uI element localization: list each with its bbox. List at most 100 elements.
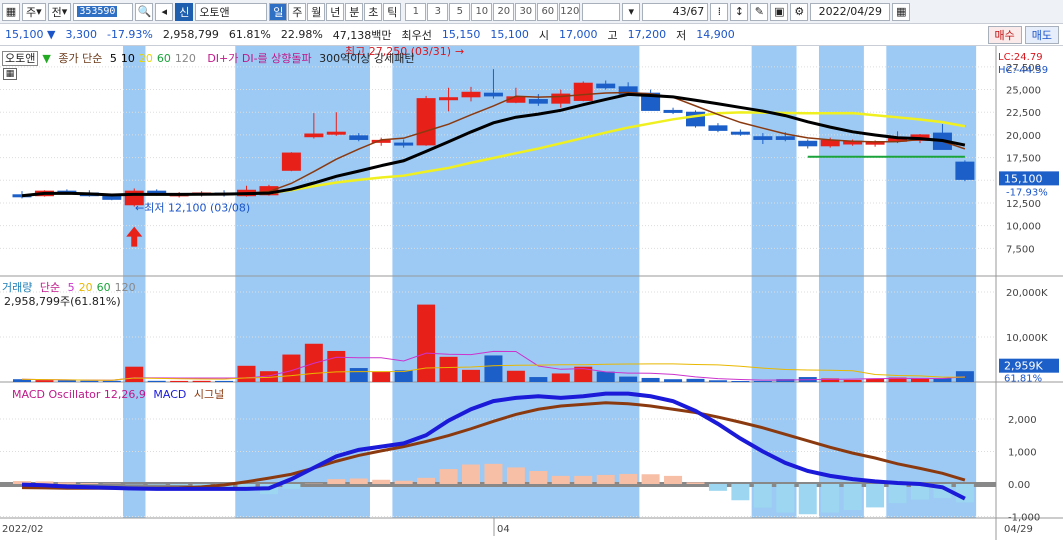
chevron-down-icon[interactable]: ▾ bbox=[622, 2, 641, 21]
candle-body-35 bbox=[798, 140, 818, 147]
interval-tab-30[interactable]: 30 bbox=[515, 2, 537, 21]
pattern-label: 300억이상 강세패턴 bbox=[319, 52, 415, 65]
period-tab-4[interactable]: 분 bbox=[345, 2, 364, 21]
chart-type-select[interactable]: 주 ▾ bbox=[22, 2, 46, 21]
interval-input[interactable] bbox=[582, 2, 621, 21]
candle-body-19 bbox=[439, 97, 459, 101]
save-icon[interactable]: ▣ bbox=[770, 2, 789, 21]
vol-last-tag: 2,959K bbox=[1004, 360, 1043, 373]
interval-tab-120[interactable]: 120 bbox=[559, 2, 581, 21]
price-tick-1: 25,000 bbox=[1006, 86, 1041, 97]
interval-tab-3[interactable]: 3 bbox=[427, 2, 449, 21]
price-tick-6: 12,500 bbox=[1006, 199, 1041, 210]
candle-body-33 bbox=[753, 136, 773, 140]
volume-bar-22 bbox=[506, 370, 525, 382]
high-price: 17,200 bbox=[627, 28, 667, 41]
scope-label: 전 bbox=[51, 5, 62, 19]
vol-tick-1: 10,000K bbox=[1006, 333, 1048, 344]
price-tick-3: 20,000 bbox=[1006, 131, 1041, 142]
price-tick-8: 7,500 bbox=[1006, 244, 1035, 255]
period-tab-2[interactable]: 월 bbox=[307, 2, 326, 21]
scroll-lock-icon[interactable]: ⁞ bbox=[710, 2, 729, 21]
x-label-1: 04 bbox=[497, 524, 510, 535]
period-tab-6[interactable]: 틱 bbox=[383, 2, 402, 21]
ma-legend-label: 종가 단순 bbox=[58, 52, 103, 65]
volume-bar-33 bbox=[753, 381, 772, 382]
buy-button[interactable]: 매수 bbox=[987, 25, 1022, 44]
date-field[interactable]: 2022/04/29 bbox=[810, 2, 891, 21]
candle-counter[interactable]: 43/67 bbox=[642, 2, 709, 21]
price-change: 3,300 bbox=[65, 28, 97, 41]
price-value: 15,100 bbox=[5, 28, 44, 41]
candle-body-26 bbox=[596, 83, 616, 89]
candle-body-42 bbox=[955, 161, 975, 180]
candle-body-29 bbox=[663, 109, 683, 113]
volume-bar-18 bbox=[417, 304, 436, 382]
volume-bar-16 bbox=[372, 371, 391, 382]
signal-label: 시그널 bbox=[193, 388, 225, 401]
period-tab-1[interactable]: 주 bbox=[288, 2, 307, 21]
high-label: 고 bbox=[607, 28, 618, 42]
expand-icon[interactable]: ↕ bbox=[730, 2, 749, 21]
turnover-value: 22.98% bbox=[280, 28, 323, 41]
interval-tab-20[interactable]: 20 bbox=[493, 2, 515, 21]
volume-bar-7 bbox=[170, 380, 189, 382]
volume-bar-2 bbox=[57, 380, 76, 382]
speaker-icon[interactable]: ◂ bbox=[155, 2, 174, 21]
interval-tabs: 1 3 5 10 20 30 60 120 bbox=[405, 2, 581, 21]
candle-body-14 bbox=[326, 131, 346, 135]
stock-code-input[interactable]: 353590 bbox=[73, 2, 134, 21]
gear-icon[interactable]: ⚙ bbox=[790, 2, 809, 21]
search-icon[interactable]: 🔍 bbox=[135, 2, 154, 21]
ma-period-120: 120 bbox=[174, 52, 196, 65]
interval-tab-1[interactable]: 1 bbox=[405, 2, 427, 21]
last-pct-tag: -17.93% bbox=[1006, 187, 1048, 198]
lc-label: LC:24.79 bbox=[998, 52, 1043, 63]
macd-osc-bar-20 bbox=[462, 464, 480, 484]
pin-icon[interactable]: ✎ bbox=[750, 2, 769, 21]
period-tab-5[interactable]: 초 bbox=[364, 2, 383, 21]
price-tick-7: 10,000 bbox=[1006, 222, 1041, 233]
hc-label: HC:-44.59 bbox=[998, 65, 1048, 76]
volume-bar-24 bbox=[551, 373, 570, 382]
volume-bar-32 bbox=[731, 381, 750, 382]
volume-bar-14 bbox=[327, 350, 346, 382]
volume-ratio: 61.81% bbox=[228, 28, 271, 41]
ma-legend-periods: 5 10 20 60 120 bbox=[110, 52, 200, 65]
period-tab-3[interactable]: 년 bbox=[326, 2, 345, 21]
low-marker-label: ←최저 12,100 (03/08) bbox=[135, 202, 250, 215]
table-icon[interactable]: ▦ bbox=[3, 68, 17, 80]
chart-canvas[interactable]: 27,50025,00022,50020,00017,50015,00012,5… bbox=[0, 45, 1063, 540]
volume-bar-23 bbox=[529, 377, 548, 382]
current-price: 15,100 ▼ bbox=[5, 28, 56, 41]
calendar-icon[interactable]: ▦ bbox=[892, 2, 911, 21]
candle-body-23 bbox=[528, 99, 548, 104]
macd-osc-bar-6 bbox=[147, 484, 166, 485]
volume-bar-5 bbox=[125, 366, 144, 382]
stock-name-field[interactable]: 오토앤 bbox=[195, 2, 268, 21]
macd-osc-bar-18 bbox=[417, 477, 436, 484]
macd-osc-bar-22 bbox=[506, 467, 525, 484]
scope-select[interactable]: 전 ▾ bbox=[47, 2, 72, 21]
volume-bar-28 bbox=[641, 377, 660, 382]
macd-osc-bar-14 bbox=[327, 479, 346, 484]
sell-button[interactable]: 매도 bbox=[1024, 25, 1059, 44]
grid-icon[interactable]: ▦ bbox=[2, 2, 20, 21]
macd-legend: MACD Oscillator 12,26,9 MACD 시그널 bbox=[12, 386, 228, 402]
volume-bar-20 bbox=[462, 369, 480, 382]
interval-tab-60[interactable]: 60 bbox=[537, 2, 559, 21]
stock-chart[interactable]: 27,50025,00022,50020,00017,50015,00012,5… bbox=[0, 45, 1063, 540]
volume-bar-4 bbox=[102, 380, 121, 382]
macd-osc-bar-26 bbox=[596, 474, 615, 484]
period-tab-0[interactable]: 일 bbox=[269, 2, 288, 21]
period-tabs: 일주월년분초틱 bbox=[269, 2, 402, 21]
open-price: 17,000 bbox=[559, 28, 598, 41]
best-quote-label: 최우선 bbox=[401, 28, 432, 42]
interval-tab-10[interactable]: 10 bbox=[471, 2, 493, 21]
volume-bar-15 bbox=[349, 368, 368, 382]
volume-bar-19 bbox=[439, 356, 458, 382]
candle-body-18 bbox=[416, 98, 436, 146]
price-tick-2: 22,500 bbox=[1006, 108, 1041, 119]
macd-tick-1: 1,000 bbox=[1008, 448, 1037, 459]
interval-tab-5[interactable]: 5 bbox=[449, 2, 471, 21]
